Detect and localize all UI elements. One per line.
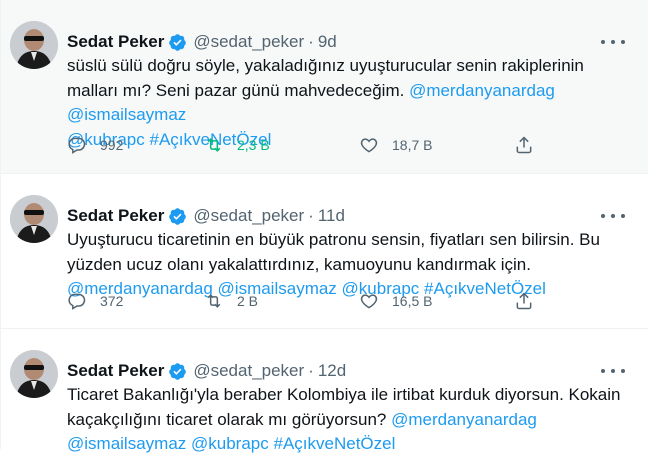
tweet-time[interactable]: 9d: [318, 32, 337, 52]
reply-icon: [68, 137, 86, 154]
retweet-button[interactable]: 2,3 B: [204, 135, 270, 155]
author-name[interactable]: Sedat Peker: [67, 32, 164, 52]
reply-button[interactable]: 992: [67, 135, 123, 155]
like-icon: [360, 294, 378, 309]
tweet-actions: 992 2,3 B 18,7 B: [67, 135, 537, 159]
mention-link[interactable]: @merdanyanardag: [409, 81, 555, 100]
tweet-header: Sedat Peker @sedat_peker · 9d: [67, 31, 337, 53]
separator-dot: ·: [308, 206, 314, 225]
verified-badge-icon: [169, 207, 187, 225]
tweet-text: Ticaret Bakanlığı'yla beraber Kolombiya …: [67, 383, 627, 457]
avatar[interactable]: [10, 21, 58, 69]
tweet-text-body: Ticaret Bakanlığı'yla beraber Kolombiya …: [67, 385, 621, 429]
more-icon[interactable]: [601, 361, 625, 381]
reply-button[interactable]: 372: [67, 291, 123, 311]
tweet-header: Sedat Peker @sedat_peker · 12d: [67, 360, 346, 382]
tweet-time[interactable]: 12d: [318, 361, 346, 381]
mention-link[interactable]: @ismailsaymaz: [67, 434, 186, 453]
separator-dot: ·: [308, 32, 314, 51]
tweet[interactable]: Sedat Peker @sedat_peker · 12d Ticaret B…: [1, 329, 648, 453]
tweet[interactable]: Sedat Peker @sedat_peker · 11d Uyuşturuc…: [1, 174, 648, 329]
share-icon: [516, 136, 532, 154]
like-button[interactable]: 16,5 B: [359, 291, 432, 311]
like-count: 18,7 B: [392, 137, 433, 153]
retweet-count: 2,3 B: [237, 137, 270, 153]
author-handle[interactable]: @sedat_peker: [193, 206, 304, 226]
like-icon: [360, 138, 378, 153]
like-button[interactable]: 18,7 B: [359, 135, 432, 155]
retweet-count: 2 B: [237, 293, 259, 309]
mention-link[interactable]: @kubrapc: [191, 434, 269, 453]
author-name[interactable]: Sedat Peker: [67, 206, 164, 226]
tweet-feed: Sedat Peker @sedat_peker · 9d süslü sülü…: [0, 0, 648, 453]
tweet-header: Sedat Peker @sedat_peker · 11d: [67, 205, 345, 227]
share-button[interactable]: [514, 291, 534, 311]
author-handle[interactable]: @sedat_peker: [193, 361, 304, 381]
avatar[interactable]: [10, 350, 58, 398]
tweet-actions: 372 2 B 16,5 B: [67, 291, 537, 315]
reply-icon: [68, 293, 86, 310]
more-icon[interactable]: [601, 32, 625, 52]
tweet-time[interactable]: 11d: [318, 206, 345, 226]
separator-dot: ·: [308, 361, 314, 380]
retweet-icon: [207, 294, 221, 308]
reply-count: 992: [100, 137, 124, 153]
like-count: 16,5 B: [392, 293, 433, 309]
hashtag-link[interactable]: #AçıkveNetÖzel: [274, 434, 396, 453]
share-button[interactable]: [514, 135, 534, 155]
mention-link[interactable]: @merdanyanardag: [391, 410, 537, 429]
reply-count: 372: [100, 293, 124, 309]
avatar[interactable]: [10, 195, 58, 243]
mention-link[interactable]: @ismailsaymaz: [67, 105, 186, 124]
retweet-button[interactable]: 2 B: [204, 291, 258, 311]
tweet[interactable]: Sedat Peker @sedat_peker · 9d süslü sülü…: [1, 0, 648, 174]
more-icon[interactable]: [601, 206, 625, 226]
retweet-icon: [207, 138, 221, 152]
author-handle[interactable]: @sedat_peker: [193, 32, 304, 52]
tweet-text-body: Uyuşturucu ticaretinin en büyük patronu …: [67, 230, 600, 274]
author-name[interactable]: Sedat Peker: [67, 361, 164, 381]
verified-badge-icon: [169, 362, 187, 380]
share-icon: [516, 292, 532, 310]
verified-badge-icon: [169, 33, 187, 51]
